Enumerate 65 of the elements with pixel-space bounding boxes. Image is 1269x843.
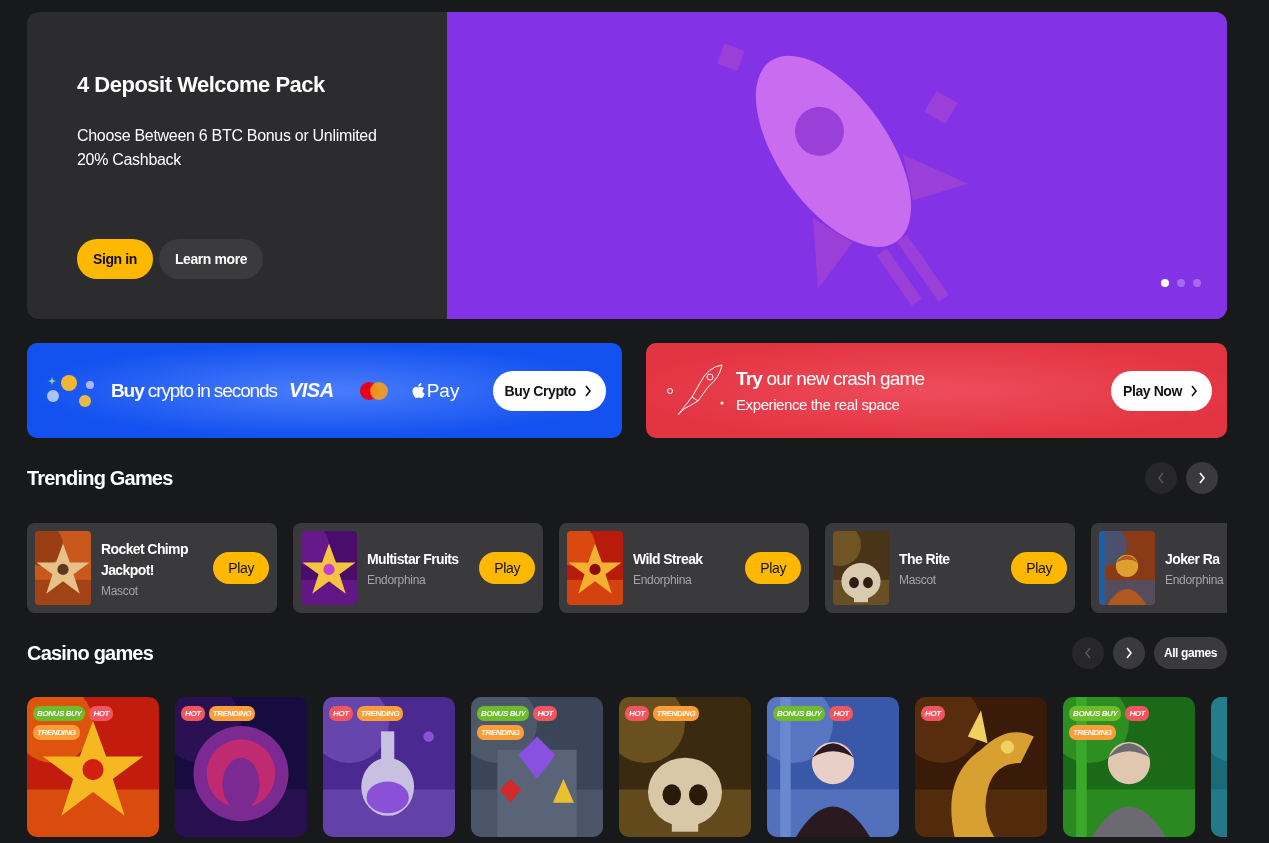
chevron-right-icon [1124, 647, 1133, 659]
game-card[interactable]: The Rite Mascot Play [825, 523, 1075, 613]
next-button[interactable] [1112, 637, 1145, 669]
game-title: Rocket Chimp Jackpot! [101, 539, 189, 580]
game-tag: HOT [1125, 706, 1150, 721]
game-card[interactable]: Wild Streak Endorphina Play [559, 523, 809, 613]
game-provider: Endorphina [1165, 573, 1225, 587]
chevron-left-icon [1157, 472, 1165, 484]
slide-dot[interactable] [1193, 279, 1201, 287]
visa-logo: VISA [288, 379, 334, 402]
game-card[interactable]: Joker Ra Endorphina [1091, 523, 1227, 613]
game-provider: Mascot [101, 583, 139, 598]
sign-in-button[interactable]: Sign in [77, 239, 153, 279]
game-title: Multistar Fruits [367, 550, 460, 569]
game-provider: Endorphina [633, 573, 693, 587]
game-title: The Rite [899, 550, 951, 569]
hero-title: 4 Deposit Welcome Pack [77, 72, 326, 98]
learn-more-button[interactable]: Learn more [158, 239, 264, 279]
game-tag: TRENDING [477, 725, 524, 740]
all-games-button[interactable]: All games [1153, 637, 1227, 669]
game-tag: TRENDING [1069, 725, 1116, 740]
game-tag: HOT [829, 706, 854, 721]
buy-crypto-button[interactable]: Buy Crypto [492, 370, 606, 411]
game-tag: TRENDING [652, 706, 700, 721]
play-now-button[interactable]: Play Now [1110, 370, 1212, 411]
slide-dot[interactable] [1177, 279, 1185, 287]
game-tag: TRENDING [208, 706, 256, 721]
play-button[interactable]: Play [479, 552, 535, 584]
chevron-right-icon [584, 384, 592, 397]
crash-subline: Experience the real space [736, 396, 901, 413]
game-title: Wild Streak [633, 550, 704, 569]
game-title: Joker Ra [1165, 550, 1221, 569]
play-button[interactable]: Play [213, 552, 269, 584]
mastercard-icon [359, 381, 388, 400]
play-button[interactable]: Play [745, 552, 801, 584]
slide-dot[interactable] [1161, 279, 1169, 287]
game-tag: HOT [89, 706, 114, 721]
section-title: Trending Games [27, 466, 173, 490]
section-title: Casino games [27, 641, 153, 665]
play-button[interactable]: Play [1011, 552, 1067, 584]
crash-headline: Try our new crash game [736, 368, 925, 390]
crypto-headline: Buy crypto in seconds [111, 379, 277, 402]
game-tag: HOT [921, 706, 945, 721]
game-card[interactable]: Rocket Chimp Jackpot! Mascot Play [27, 523, 277, 613]
game-tag: HOT [625, 706, 649, 721]
game-tag: TRENDING [33, 725, 80, 740]
coins-icon [45, 373, 97, 408]
game-tag: HOT [533, 706, 558, 721]
game-card[interactable]: Multistar Fruits Endorphina Play [293, 523, 543, 613]
game-tag: BONUS BUY [33, 706, 86, 721]
chevron-left-icon [1083, 647, 1092, 659]
apple-icon [411, 382, 425, 399]
next-button[interactable] [1186, 462, 1218, 494]
game-tag: HOT [181, 706, 205, 721]
hero-subtitle: Choose Between 6 BTC Bonus or Unlimited 20% Cashback [77, 126, 377, 170]
chevron-right-icon [1190, 384, 1198, 397]
game-provider: Endorphina [367, 573, 427, 587]
game-tag: BONUS BUY [773, 706, 826, 721]
apple-pay-label: Pay [426, 379, 460, 402]
game-tag: BONUS BUY [1069, 706, 1122, 721]
game-tag: BONUS BUY [477, 706, 530, 721]
game-tag: TRENDING [356, 706, 404, 721]
game-tag: HOT [329, 706, 353, 721]
chevron-right-icon [1198, 472, 1206, 484]
game-provider: Mascot [899, 573, 937, 587]
